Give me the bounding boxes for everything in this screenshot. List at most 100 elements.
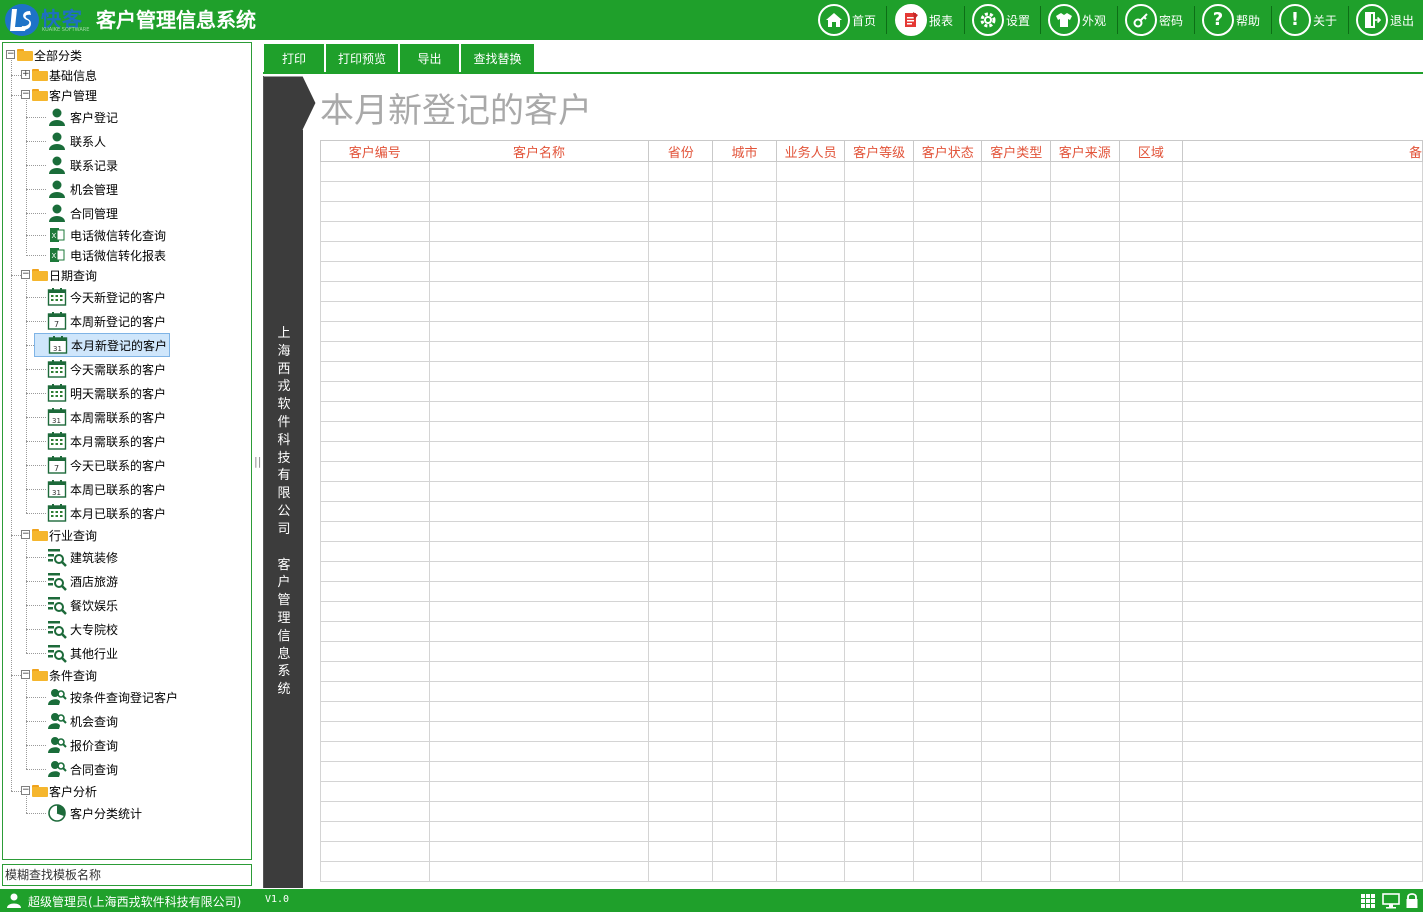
appearance-button[interactable]: 外观 (1048, 2, 1106, 38)
tree-connector (11, 60, 12, 791)
tree-item[interactable]: 大专院校 (47, 617, 118, 641)
person-search-icon (47, 711, 67, 731)
tree-item[interactable]: 建筑装修 (47, 545, 118, 569)
column-header[interactable]: 客户来源 (1050, 140, 1120, 162)
tree-group-3[interactable]: 行业查询 (32, 525, 97, 545)
tree-group-5[interactable]: 客户分析 (32, 781, 97, 801)
home-button[interactable]: 首页 (818, 2, 876, 38)
tree-item[interactable]: 7 本周新登记的客户 (47, 309, 166, 333)
table-cell (1182, 641, 1423, 662)
tree-item[interactable]: 明天需联系的客户 (47, 381, 166, 405)
column-header[interactable]: 城市 (712, 140, 777, 162)
print-button[interactable]: 打印 (264, 44, 324, 72)
tree-item[interactable]: 客户分类统计 (47, 801, 142, 825)
column-header[interactable]: 省份 (648, 140, 714, 162)
column-header[interactable]: 客户名称 (428, 140, 650, 162)
tree-item[interactable]: 本月已联系的客户 (47, 501, 166, 525)
tree-item[interactable]: 本月需联系的客户 (47, 429, 166, 453)
table-cell (1118, 181, 1184, 202)
table-cell (320, 521, 430, 542)
table-cell (428, 721, 650, 742)
tree-item[interactable]: 客户登记 (47, 105, 118, 129)
table-cell (1182, 181, 1423, 202)
tree-item[interactable]: X 电话微信转化查询 (47, 225, 166, 245)
tree-item[interactable]: 其他行业 (47, 641, 118, 665)
table-cell (775, 361, 846, 382)
table-cell (912, 801, 983, 822)
tree-group-0[interactable]: 基础信息 (32, 65, 97, 85)
tree-collapse-toggle[interactable]: + (21, 70, 30, 79)
table-cell (712, 241, 777, 262)
column-header[interactable]: 客户状态 (912, 140, 983, 162)
table-cell (428, 401, 650, 422)
tree-item[interactable]: 酒店旅游 (47, 569, 118, 593)
tree-item[interactable]: 按条件查询登记客户 (47, 685, 178, 709)
template-search-box[interactable] (2, 864, 252, 886)
table-cell (320, 861, 430, 882)
tree-item[interactable]: 31 本周需联系的客户 (47, 405, 166, 429)
settings-button[interactable]: 设置 (972, 2, 1030, 38)
table-cell (912, 761, 983, 782)
tree-item[interactable]: 合同管理 (47, 201, 118, 225)
column-header[interactable]: 客户类型 (981, 140, 1052, 162)
column-header[interactable]: 客户编号 (320, 140, 430, 162)
table-cell (1050, 581, 1120, 602)
table-cell (981, 721, 1052, 742)
tree-root-all[interactable]: 全部分类 (17, 45, 82, 65)
report-button[interactable]: 报表 (895, 2, 953, 38)
tree-collapse-toggle[interactable]: − (21, 786, 30, 795)
tree-label: 客户管理 (49, 88, 98, 103)
tree-collapse-toggle[interactable]: − (21, 270, 30, 279)
tree-collapse-toggle[interactable]: − (21, 90, 30, 99)
template-search-input[interactable] (3, 865, 251, 885)
tree-item[interactable]: 今天需联系的客户 (47, 357, 166, 381)
exit-button[interactable]: 退出 (1356, 2, 1414, 38)
monitor-icon[interactable] (1382, 893, 1400, 909)
table-cell (912, 501, 983, 522)
tree-item[interactable]: 报价查询 (47, 733, 118, 757)
svg-text:7: 7 (54, 464, 59, 473)
table-cell (1050, 441, 1120, 462)
table-cell (1182, 601, 1423, 622)
lock-icon[interactable] (1405, 892, 1419, 909)
tree-item[interactable]: 机会查询 (47, 709, 118, 733)
help-button[interactable]: ? 帮助 (1202, 2, 1260, 38)
tree-collapse-toggle[interactable]: − (21, 530, 30, 539)
print-preview-button[interactable]: 打印预览 (326, 44, 398, 72)
person-icon (47, 131, 67, 151)
tree-item[interactable]: 餐饮娱乐 (47, 593, 118, 617)
tree-group-1[interactable]: 客户管理 (32, 85, 97, 105)
tree-group-4[interactable]: 条件查询 (32, 665, 97, 685)
column-header[interactable]: 备 (1182, 140, 1423, 162)
tree-item[interactable]: 31 本周已联系的客户 (47, 477, 166, 501)
table-cell (1182, 781, 1423, 802)
tree-collapse-toggle[interactable]: − (21, 670, 30, 679)
tree-connector (26, 189, 46, 190)
column-header[interactable]: 客户等级 (844, 140, 914, 162)
tree-connector (26, 796, 27, 813)
tree-collapse-toggle[interactable]: − (6, 50, 15, 59)
table-cell (1182, 841, 1423, 862)
tree-item[interactable]: 合同查询 (47, 757, 118, 781)
column-header[interactable]: 区域 (1118, 140, 1184, 162)
find-replace-button[interactable]: 查找替换 (461, 44, 534, 72)
tree-item[interactable]: 今天新登记的客户 (47, 285, 166, 309)
tree-item[interactable]: 7 今天已联系的客户 (47, 453, 166, 477)
about-button[interactable]: ! 关于 (1279, 2, 1337, 38)
table-cell (1182, 301, 1423, 322)
table-cell (1050, 781, 1120, 802)
tree-connector (26, 117, 46, 118)
tree-item[interactable]: 联系人 (47, 129, 106, 153)
panel-splitter[interactable]: || (254, 455, 261, 473)
tree-group-2[interactable]: 日期查询 (32, 265, 97, 285)
password-button[interactable]: 密码 (1125, 2, 1183, 38)
column-header[interactable]: 业务人员 (775, 140, 846, 162)
tree-item[interactable]: 机会管理 (47, 177, 118, 201)
tree-item[interactable]: X 电话微信转化报表 (47, 245, 166, 265)
table-cell (775, 601, 846, 622)
tree-item[interactable]: 联系记录 (47, 153, 118, 177)
table-cell (1182, 501, 1423, 522)
export-button[interactable]: 导出 (400, 44, 459, 72)
tree-item[interactable]: 31 本月新登记的客户 (34, 333, 171, 357)
grid-icon[interactable] (1360, 893, 1376, 909)
